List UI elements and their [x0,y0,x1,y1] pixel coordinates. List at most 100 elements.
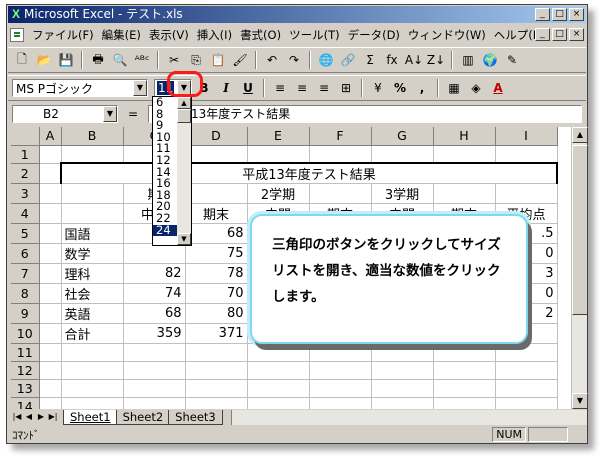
percent-button[interactable]: % [390,78,410,98]
cell[interactable]: 78 [185,263,248,284]
size-list-thumb[interactable] [177,109,191,123]
cell[interactable] [371,361,434,380]
column-header[interactable]: I [495,127,558,146]
italic-button[interactable]: I [216,78,236,98]
tab-sheet1[interactable]: Sheet1 [63,409,118,425]
cell[interactable] [185,145,248,164]
cell[interactable]: 合計 [61,323,124,344]
merge-center-icon[interactable]: ⊞ [336,78,356,98]
cell[interactable] [433,183,496,204]
row-header[interactable]: 8 [11,283,40,304]
cell[interactable] [61,397,124,409]
menu-insert[interactable]: 挿入(I) [193,27,236,43]
currency-icon[interactable]: ¥ [368,78,388,98]
cell[interactable] [433,397,496,409]
row-header[interactable]: 2 [11,163,40,184]
menu-format[interactable]: 書式(O) [236,27,285,43]
cell[interactable] [39,361,62,380]
tab-sheet2[interactable]: Sheet2 [115,409,171,425]
cell[interactable]: 数学 [61,243,124,264]
cell[interactable]: 期末 [185,203,248,224]
cell[interactable] [247,397,310,409]
cell[interactable] [185,183,248,204]
cell[interactable] [495,343,558,362]
cell[interactable]: 359 [123,323,186,344]
font-color-icon[interactable]: A [488,78,508,98]
open-icon[interactable]: 📂 [34,50,54,70]
cell[interactable] [371,145,434,164]
formula-input[interactable]: 平成13年度テスト結果 [148,105,582,123]
close-button[interactable]: × [569,8,584,21]
borders-icon[interactable]: ▦ [444,78,464,98]
cell[interactable] [433,361,496,380]
comma-button[interactable]: , [412,78,432,98]
doc-close-button[interactable]: × [569,28,584,41]
cell[interactable]: 70 [185,283,248,304]
first-sheet-icon[interactable]: |◀ [11,410,23,424]
scroll-down-icon[interactable]: ▼ [572,393,588,409]
row-header[interactable]: 5 [11,223,40,244]
cell[interactable] [495,397,558,409]
cell[interactable] [371,379,434,398]
menu-view[interactable]: 表示(V) [145,27,193,43]
cell[interactable]: 68 [123,303,186,324]
cell[interactable] [39,183,62,204]
cell[interactable] [495,145,558,164]
menu-file[interactable]: ファイル(F) [28,27,98,43]
cell[interactable] [185,397,248,409]
cell[interactable] [495,361,558,380]
align-right-icon[interactable]: ≡ [314,78,334,98]
cell[interactable] [61,145,124,164]
cell[interactable] [247,343,310,362]
cell[interactable]: 社会 [61,283,124,304]
cell[interactable]: 371 [185,323,248,344]
cell[interactable] [61,379,124,398]
cell[interactable] [309,397,372,409]
cell[interactable] [185,361,248,380]
cell[interactable] [309,379,372,398]
cell[interactable] [185,379,248,398]
next-sheet-icon[interactable]: ▶ [35,410,47,424]
underline-button[interactable]: U [238,78,258,98]
paste-icon[interactable]: 📋 [208,50,228,70]
cell[interactable] [433,145,496,164]
hyperlink-icon[interactable]: 🔗 [338,50,358,70]
fill-color-icon[interactable]: ◈ [466,78,486,98]
cell[interactable] [39,223,62,244]
spell-icon[interactable]: ᴬᴮᶜ [132,50,152,70]
format-painter-icon[interactable]: 🖌 [230,50,250,70]
cell[interactable] [61,203,124,224]
cell[interactable] [39,283,62,304]
cell[interactable] [433,343,496,362]
cell[interactable] [39,203,62,224]
cell[interactable] [371,397,434,409]
function-icon[interactable]: fx [382,50,402,70]
tab-sheet3[interactable]: Sheet3 [168,409,223,425]
column-header[interactable]: B [61,127,124,146]
cell[interactable] [371,343,434,362]
font-name-combo[interactable]: MS Pゴシック ▼ [12,79,148,97]
scroll-up-icon[interactable]: ▲ [572,127,588,143]
row-header[interactable]: 3 [11,183,40,204]
cell[interactable] [39,145,62,164]
cell[interactable] [39,379,62,398]
cell[interactable] [39,343,62,362]
row-header[interactable]: 4 [11,203,40,224]
cell[interactable] [39,263,62,284]
align-left-icon[interactable]: ≡ [270,78,290,98]
font-size-option[interactable]: 24 [153,224,177,237]
vertical-scrollbar[interactable]: ▲ ▼ [571,127,588,409]
row-header[interactable]: 12 [11,361,40,380]
menu-edit[interactable]: 編集(E) [98,27,145,43]
cell[interactable] [495,379,558,398]
formula-equals[interactable]: = [118,107,148,121]
cell[interactable]: 英語 [61,303,124,324]
undo-icon[interactable]: ↶ [262,50,282,70]
name-box-dropdown-icon[interactable]: ▼ [103,106,117,122]
column-header[interactable]: E [247,127,310,146]
cut-icon[interactable]: ✂ [164,50,184,70]
print-icon[interactable]: 🖶 [88,50,108,70]
cell[interactable] [123,379,186,398]
sort-desc-icon[interactable]: Z↓ [426,50,446,70]
cell[interactable] [39,397,62,409]
